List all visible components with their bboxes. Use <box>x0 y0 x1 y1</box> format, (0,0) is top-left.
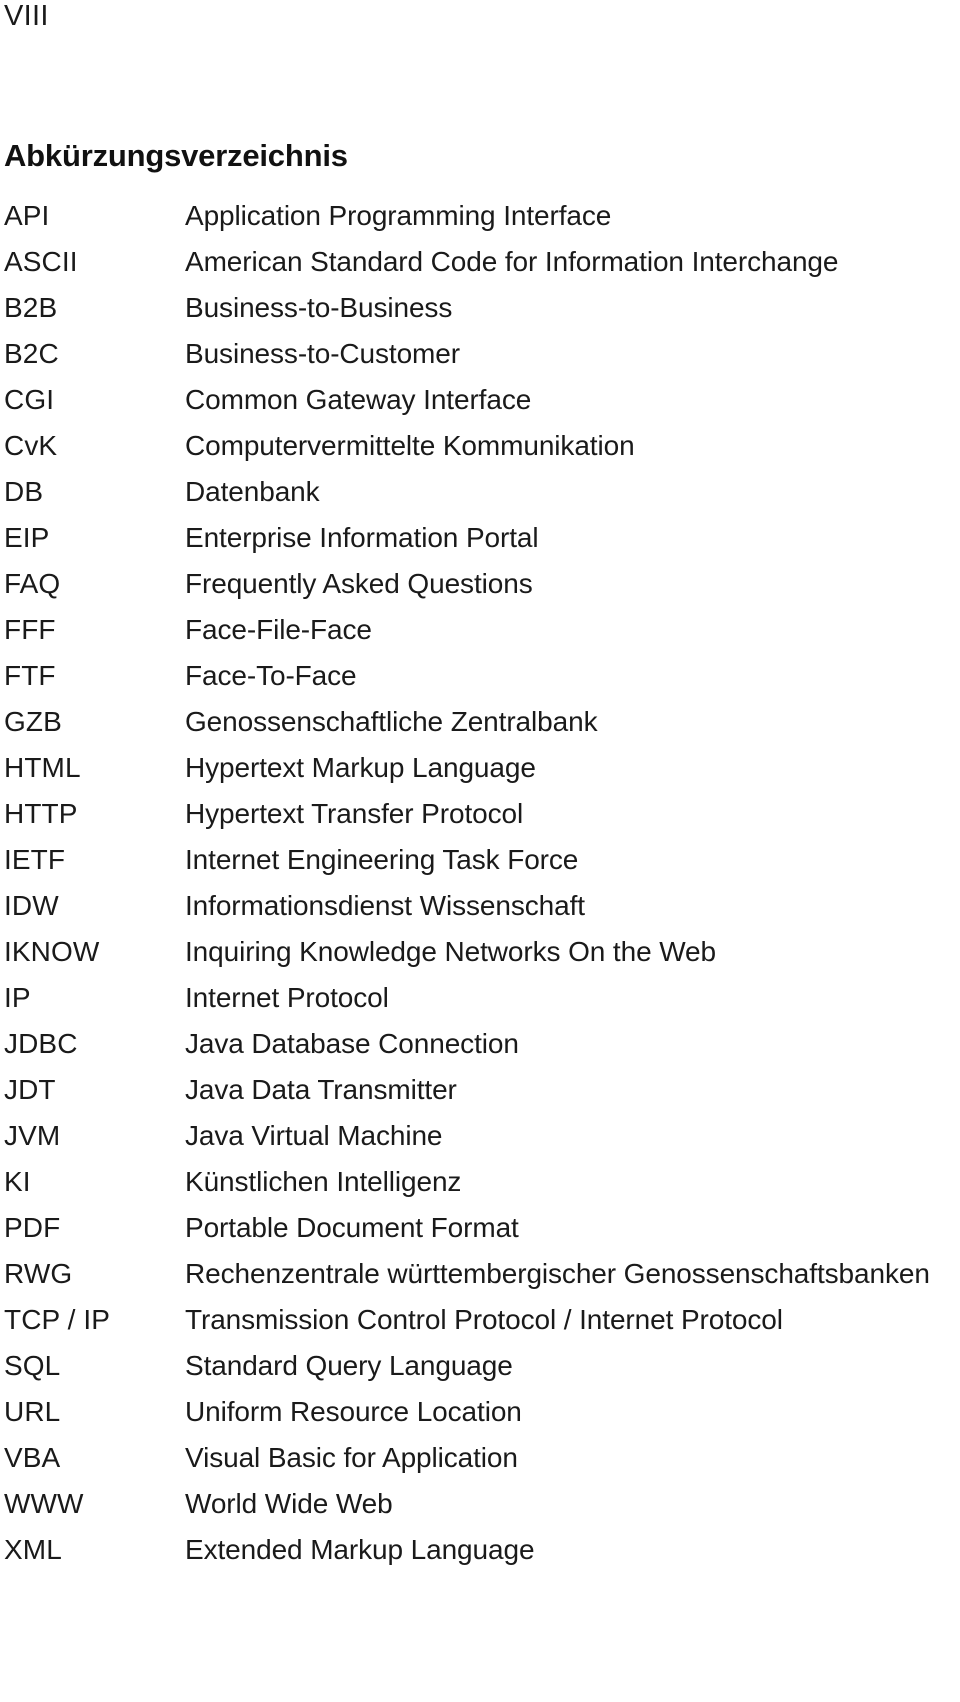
abbreviation-row: JVM Java Virtual Machine <box>0 1116 960 1162</box>
abbreviation-definition: Standard Query Language <box>185 1350 513 1381</box>
abbreviation-row: FAQ Frequently Asked Questions <box>0 564 960 610</box>
abbreviation-definition: Face-To-Face <box>185 660 357 691</box>
abbreviation-definition: Uniform Resource Location <box>185 1396 522 1427</box>
abbreviation-term: WWW <box>4 1488 84 1519</box>
abbreviation-row: SQL Standard Query Language <box>0 1346 960 1392</box>
abbreviation-definition: Java Database Connection <box>185 1028 519 1059</box>
abbreviation-row: HTTP Hypertext Transfer Protocol <box>0 794 960 840</box>
abbreviation-definition: Face-File-Face <box>185 614 372 645</box>
page-title: Abkürzungsverzeichnis <box>4 137 348 173</box>
abbreviation-definition: Transmission Control Protocol / Internet… <box>185 1304 783 1335</box>
abbreviation-definition: Internet Engineering Task Force <box>185 844 579 875</box>
abbreviation-row: URL Uniform Resource Location <box>0 1392 960 1438</box>
abbreviation-term: FAQ <box>4 568 61 599</box>
abbreviation-term: HTML <box>4 752 81 783</box>
abbreviation-row: IDW Informationsdienst Wissenschaft <box>0 886 960 932</box>
abbreviation-term: IETF <box>4 844 66 875</box>
abbreviation-definition: Business-to-Customer <box>185 338 460 369</box>
abbreviation-definition: Extended Markup Language <box>185 1534 535 1565</box>
abbreviation-definition: Hypertext Markup Language <box>185 752 536 783</box>
abbreviation-row: B2C Business-to-Customer <box>0 334 960 380</box>
abbreviation-term: IKNOW <box>4 936 100 967</box>
abbreviation-definition: Business-to-Business <box>185 292 453 323</box>
abbreviation-row: JDT Java Data Transmitter <box>0 1070 960 1116</box>
abbreviation-row: JDBC Java Database Connection <box>0 1024 960 1070</box>
abbreviation-term: URL <box>4 1396 61 1427</box>
abbreviation-definition: Internet Protocol <box>185 982 389 1013</box>
abbreviation-definition: Künstlichen Intelligenz <box>185 1166 462 1197</box>
abbreviation-term: ASCII <box>4 246 78 277</box>
abbreviation-row: CvK Computervermittelte Kommunikation <box>0 426 960 472</box>
abbreviation-term: CvK <box>4 430 58 461</box>
abbreviation-term: TCP / IP <box>4 1304 111 1335</box>
abbreviation-row: TCP / IP Transmission Control Protocol / … <box>0 1300 960 1346</box>
abbreviation-term: FFF <box>4 614 56 645</box>
abbreviation-list: API Application Programming Interface ASCI… <box>0 196 960 1576</box>
abbreviation-term: PDF <box>4 1212 61 1243</box>
abbreviation-term: XML <box>4 1534 62 1565</box>
document-page: VIII Abkürzungsverzeichnis API Applicatio… <box>0 0 960 1702</box>
abbreviation-definition: Inquiring Knowledge Networks On the Web <box>185 936 716 967</box>
abbreviation-definition: Portable Document Format <box>185 1212 519 1243</box>
abbreviation-term: JDBC <box>4 1028 78 1059</box>
abbreviation-definition: Rechenzentrale württembergischer Genosse… <box>185 1258 930 1289</box>
abbreviation-term: SQL <box>4 1350 61 1381</box>
abbreviation-definition: American Standard Code for Information I… <box>185 246 839 277</box>
abbreviation-definition: Application Programming Interface <box>185 200 612 231</box>
abbreviation-term: HTTP <box>4 798 78 829</box>
abbreviation-term: JVM <box>4 1120 61 1151</box>
abbreviation-definition: Frequently Asked Questions <box>185 568 533 599</box>
abbreviation-term: API <box>4 200 50 231</box>
abbreviation-term: DB <box>4 476 44 507</box>
abbreviation-term: B2B <box>4 292 58 323</box>
abbreviation-term: CGI <box>4 384 55 415</box>
abbreviation-term: KI <box>4 1166 31 1197</box>
abbreviation-definition: Datenbank <box>185 476 320 507</box>
abbreviation-row: ASCII American Standard Code for Informat… <box>0 242 960 288</box>
abbreviation-term: IDW <box>4 890 59 921</box>
abbreviation-definition: Genossenschaftliche Zentralbank <box>185 706 598 737</box>
abbreviation-definition: Java Virtual Machine <box>185 1120 443 1151</box>
abbreviation-row: EIP Enterprise Information Portal <box>0 518 960 564</box>
abbreviation-row: KI Künstlichen Intelligenz <box>0 1162 960 1208</box>
abbreviation-row: XML Extended Markup Language <box>0 1530 960 1576</box>
abbreviation-row: FFF Face-File-Face <box>0 610 960 656</box>
abbreviation-row: WWW World Wide Web <box>0 1484 960 1530</box>
abbreviation-row: DB Datenbank <box>0 472 960 518</box>
abbreviation-definition: Common Gateway Interface <box>185 384 532 415</box>
abbreviation-row: IETF Internet Engineering Task Force <box>0 840 960 886</box>
abbreviation-term: VBA <box>4 1442 61 1473</box>
page-number: VIII <box>4 0 49 32</box>
abbreviation-row: IP Internet Protocol <box>0 978 960 1024</box>
abbreviation-term: EIP <box>4 522 50 553</box>
abbreviation-term: GZB <box>4 706 62 737</box>
abbreviation-row: FTF Face-To-Face <box>0 656 960 702</box>
abbreviation-definition: World Wide Web <box>185 1488 393 1519</box>
abbreviation-definition: Computervermittelte Kommunikation <box>185 430 635 461</box>
abbreviation-definition: Visual Basic for Application <box>185 1442 518 1473</box>
abbreviation-definition: Enterprise Information Portal <box>185 522 539 553</box>
abbreviation-term: JDT <box>4 1074 56 1105</box>
abbreviation-definition: Hypertext Transfer Protocol <box>185 798 524 829</box>
abbreviation-term: RWG <box>4 1258 73 1289</box>
abbreviation-row: PDF Portable Document Format <box>0 1208 960 1254</box>
abbreviation-term: FTF <box>4 660 56 691</box>
abbreviation-term: IP <box>4 982 31 1013</box>
abbreviation-row: B2B Business-to-Business <box>0 288 960 334</box>
abbreviation-row: HTML Hypertext Markup Language <box>0 748 960 794</box>
abbreviation-definition: Java Data Transmitter <box>185 1074 457 1105</box>
abbreviation-term: B2C <box>4 338 59 369</box>
abbreviation-row: VBA Visual Basic for Application <box>0 1438 960 1484</box>
abbreviation-row: CGI Common Gateway Interface <box>0 380 960 426</box>
abbreviation-row: API Application Programming Interface <box>0 196 960 242</box>
abbreviation-definition: Informationsdienst Wissenschaft <box>185 890 585 921</box>
abbreviation-row: GZB Genossenschaftliche Zentralbank <box>0 702 960 748</box>
abbreviation-row: RWG Rechenzentrale württembergischer Geno… <box>0 1254 960 1300</box>
abbreviation-row: IKNOW Inquiring Knowledge Networks On the… <box>0 932 960 978</box>
